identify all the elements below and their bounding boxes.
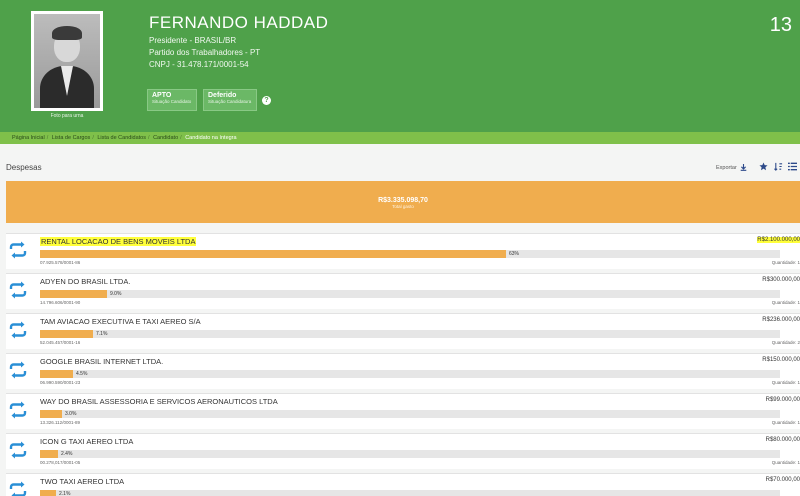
expense-value: R$300.000,00 (762, 277, 800, 283)
candidate-header: Foto para urna FERNANDO HADDAD President… (0, 0, 800, 132)
repeat-arrows-icon (9, 481, 27, 496)
candidate-cnpj: CNPJ - 31.478.171/0001-54 (149, 60, 249, 69)
download-icon (741, 164, 747, 171)
expense-row[interactable]: GOOGLE BRASIL INTERNET LTDA. R$150.000,00… (6, 353, 800, 389)
total-label: Total gasto (392, 204, 414, 209)
expense-share-bar (40, 490, 56, 496)
expense-cnpj: 52.045.457/0001-16 (40, 340, 81, 345)
expense-value: R$2.100.000,00 (757, 237, 800, 243)
breadcrumb-candidates[interactable]: Lista de Candidatos (97, 135, 146, 141)
expense-supplier-name[interactable]: TWO TAXI AEREO LTDA (40, 477, 124, 486)
expense-share-label: 9.0% (110, 291, 122, 297)
expense-cnpj: 13.326.112/0001-89 (40, 420, 80, 425)
repeat-arrows-icon (9, 401, 27, 419)
star-icon[interactable] (759, 162, 768, 171)
expense-supplier-name[interactable]: ICON G TAXI AEREO LTDA (40, 437, 133, 446)
list-icon[interactable] (788, 162, 797, 171)
repeat-arrows-icon (9, 241, 27, 259)
expense-share-bar (40, 410, 62, 418)
section-title: Despesas (6, 163, 42, 172)
candidate-number: 13 (769, 14, 792, 36)
expenses-header: Despesas Exportar (0, 150, 800, 180)
help-icon[interactable]: ? (262, 96, 271, 105)
breadcrumb-home[interactable]: Página Inicial (12, 135, 45, 141)
expense-supplier-name[interactable]: ADYEN DO BRASIL LTDA. (40, 277, 130, 286)
total-spent-bar: R$3.335.098,70 Total gasto (6, 181, 800, 223)
expense-share-bar (40, 330, 93, 338)
candidate-name: FERNANDO HADDAD (149, 13, 329, 32)
expense-share-bar (40, 450, 58, 458)
total-value: R$3.335.098,70 (378, 197, 428, 204)
photo-caption: Foto para urna (50, 113, 84, 119)
candidate-party: Partido dos Trabalhadores - PT (149, 48, 261, 57)
export-button[interactable]: Exportar (716, 164, 747, 171)
expense-share-track (40, 410, 780, 418)
expense-cnpj: 00.278,017/0001-05 (40, 460, 81, 465)
expense-row[interactable]: RENTAL LOCACAO DE BENS MOVEIS LTDA R$2.10… (6, 233, 800, 269)
expense-share-label: 2.4% (61, 451, 73, 457)
expense-cnpj: 07.925.578/0001-86 (40, 260, 81, 265)
expense-share-track (40, 290, 780, 298)
expense-row[interactable]: TWO TAXI AEREO LTDA R$70.000,00 2.1% (6, 473, 800, 496)
status-badge-candidate: APTO Situação Candidato (147, 89, 197, 111)
expense-value: R$80.000,00 (765, 437, 800, 443)
status-badge-candidacy: Deferido Situação Candidatura (203, 89, 257, 111)
expense-supplier-name[interactable]: TAM AVIACAO EXECUTIVA E TAXI AEREO S/A (40, 317, 201, 326)
candidate-photo (31, 11, 103, 111)
breadcrumb: Página Inicial / Lista de Cargos / Lista d… (0, 132, 800, 144)
repeat-arrows-icon (9, 281, 27, 299)
candidate-office: Presidente - BRASIL/BR (149, 36, 237, 45)
expense-supplier-name[interactable]: RENTAL LOCACAO DE BENS MOVEIS LTDA (40, 237, 197, 246)
breadcrumb-candidate[interactable]: Candidato (153, 135, 178, 141)
expense-value: R$236.000,00 (762, 317, 800, 323)
expense-share-label: 63% (509, 251, 520, 257)
expense-share-label: 2.1% (59, 491, 71, 496)
expense-share-bar (40, 250, 506, 258)
expense-quantity: Quantidade: 1 (771, 380, 800, 385)
expense-share-label: 4.5% (76, 371, 88, 377)
breadcrumb-current: Candidato na íntegra (185, 135, 237, 141)
sort-icon[interactable] (774, 162, 783, 171)
expense-quantity: Quantidade: 1 (771, 460, 800, 465)
repeat-arrows-icon (9, 361, 27, 379)
expense-row[interactable]: TAM AVIACAO EXECUTIVA E TAXI AEREO S/A R$… (6, 313, 800, 349)
breadcrumb-offices[interactable]: Lista de Cargos (52, 135, 91, 141)
expense-row[interactable]: WAY DO BRASIL ASSESSORIA E SERVICOS AERO… (6, 393, 800, 429)
expense-value: R$99.000,00 (765, 397, 800, 403)
expense-quantity: Quantidade: 1 (771, 420, 800, 425)
expense-quantity: Quantidade: 1 (771, 260, 800, 265)
expense-share-label: 3.0% (65, 411, 77, 417)
expense-value: R$150.000,00 (762, 357, 800, 363)
expense-share-track (40, 370, 780, 378)
expense-share-bar (40, 290, 107, 298)
repeat-arrows-icon (9, 321, 27, 339)
expense-share-track (40, 250, 780, 258)
repeat-arrows-icon (9, 441, 27, 459)
expense-row[interactable]: ICON G TAXI AEREO LTDA R$80.000,00 2.4% 00.… (6, 433, 800, 469)
expense-value: R$70.000,00 (765, 477, 800, 483)
expense-share-track (40, 490, 780, 496)
expense-supplier-name[interactable]: WAY DO BRASIL ASSESSORIA E SERVICOS AERO… (40, 397, 278, 406)
expense-supplier-name[interactable]: GOOGLE BRASIL INTERNET LTDA. (40, 357, 163, 366)
expense-quantity: Quantidade: 1 (771, 300, 800, 305)
expense-share-bar (40, 370, 73, 378)
expense-share-label: 7.1% (96, 331, 108, 337)
expense-share-track (40, 450, 780, 458)
expense-share-track (40, 330, 780, 338)
expense-quantity: Quantidade: 2 (771, 340, 800, 345)
expense-cnpj: 06.990.590/0001-23 (40, 380, 81, 385)
expense-row[interactable]: ADYEN DO BRASIL LTDA. R$300.000,00 9.0% 14.… (6, 273, 800, 309)
expense-cnpj: 14.796.606/0001-90 (40, 300, 81, 305)
